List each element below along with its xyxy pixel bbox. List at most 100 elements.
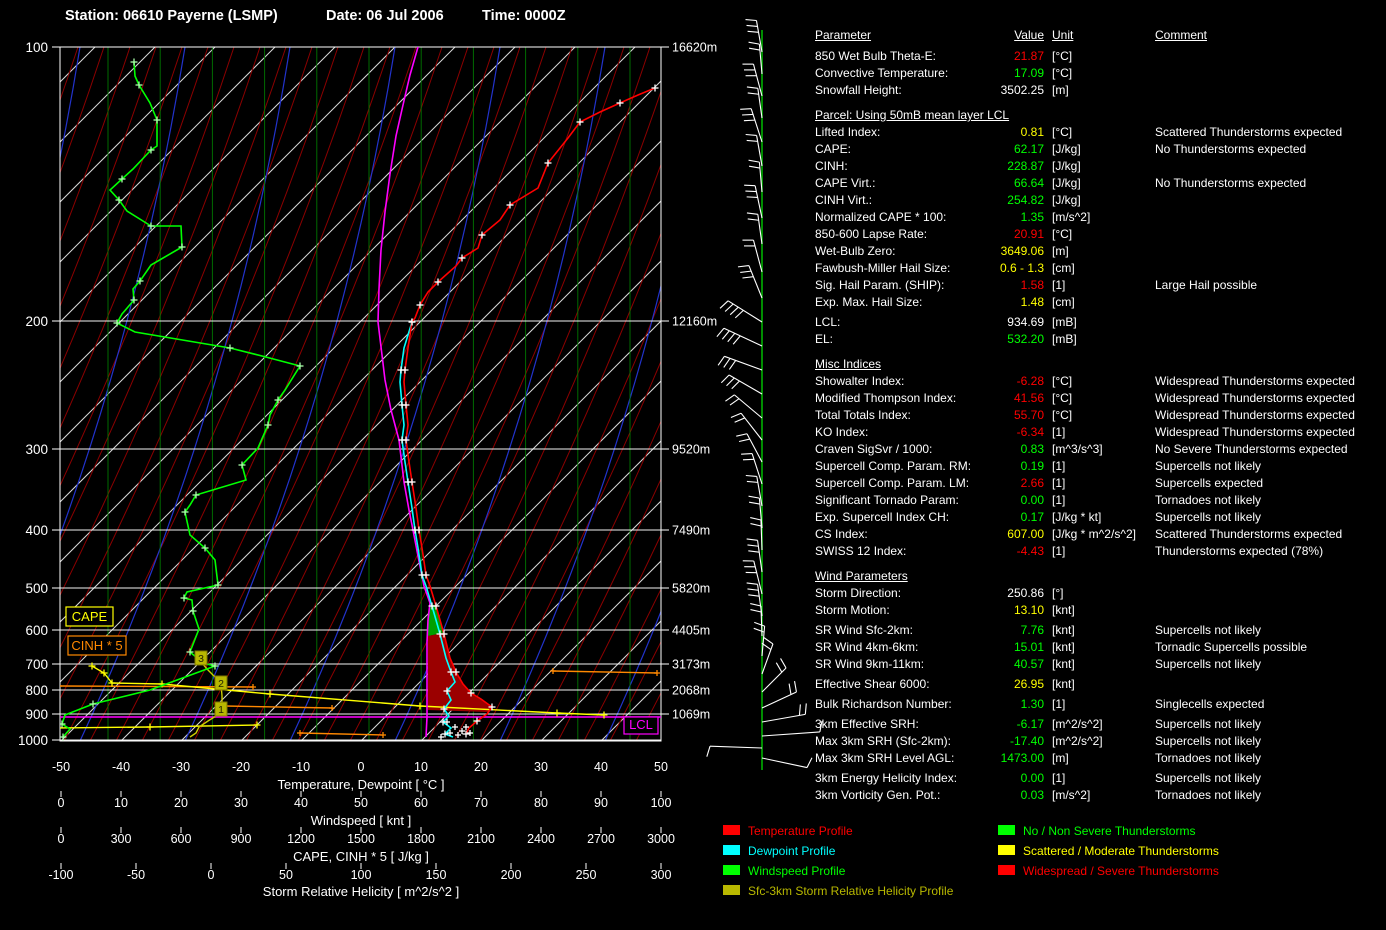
param-comment: Singlecells expected [1147, 696, 1381, 713]
param-value: 21.87 [976, 48, 1044, 65]
param-unit: [1] [1044, 696, 1147, 713]
wind-barb-tick [749, 496, 760, 498]
param-comment [1147, 585, 1381, 602]
axis-tick-label: 100 [651, 796, 672, 810]
param-comment [1147, 243, 1381, 260]
param-row: Fawbush-Miller Hail Size:0.6 - 1.3[cm] [815, 260, 1381, 277]
param-unit: [m^2/s^2] [1044, 716, 1147, 733]
wind-barb [762, 758, 807, 768]
wind-barb-tick [720, 301, 728, 309]
lcl-label: LCL [629, 717, 653, 732]
wind-barb-tick [740, 271, 751, 272]
param-label: 850 Wet Bulb Theta-E: [815, 48, 976, 65]
param-row: Wet-Bulb Zero:3649.06[m] [815, 243, 1381, 260]
axis-tick-label: 1800 [407, 832, 435, 846]
sounding-app: 10016620m20012160m3009520m4007490m500582… [0, 0, 1386, 930]
wind-barb-tick [748, 31, 759, 32]
param-unit: [°C] [1044, 226, 1147, 243]
axis-tick-label: 60 [414, 796, 428, 810]
param-comment: Widespread Thunderstorms expected [1147, 373, 1381, 390]
param-comment [1147, 48, 1381, 65]
wind-barb [724, 328, 762, 346]
param-unit: [1] [1044, 543, 1147, 560]
adiabat-line [168, 47, 468, 741]
param-label: Convective Temperature: [815, 65, 976, 82]
axis-tick-label: 30 [234, 796, 248, 810]
wind-barb-tick [742, 277, 753, 278]
wind-barb-tick [789, 684, 791, 695]
wind-barb-tick [745, 191, 756, 192]
wind-barb-tick [722, 331, 729, 339]
wind-barb-tick [739, 439, 750, 441]
param-row: Showalter Index:-6.28[°C]Widespread Thun… [815, 373, 1381, 390]
altitude-label: 16620m [672, 41, 717, 55]
adiabat-line [12, 47, 312, 741]
param-label: Max 3km SRH Level AGL: [815, 750, 976, 767]
altitude-label: 7490m [672, 524, 710, 538]
param-value: 13.10 [976, 602, 1044, 619]
wind-barb [762, 732, 820, 736]
param-row: SR Wind 4km-6km:15.01[knt]Tornadic Super… [815, 639, 1381, 656]
param-comment: Supercells expected [1147, 475, 1381, 492]
station-title: Station: 06610 Payerne (LSMP) [65, 8, 278, 24]
axis-tick-label: -50 [127, 868, 145, 882]
bottom-axis-2: 03006009001200150018002100240027003000CA… [58, 827, 675, 864]
pressure-label: 300 [25, 442, 48, 457]
axis-tick-label: 10 [414, 760, 428, 774]
param-row: Normalized CAPE * 100:1.35[m/s^2] [815, 209, 1381, 226]
section-header: Misc Indices [815, 356, 1381, 373]
param-row: Snowfall Height:3502.25[m] [815, 82, 1381, 99]
param-row: 3km Energy Helicity Index:0.00[1]Superce… [815, 770, 1381, 787]
param-value: 607.00 [976, 526, 1044, 543]
axis-tick-label: 1500 [347, 832, 375, 846]
param-value: 250.86 [976, 585, 1044, 602]
param-label: Lifted Index: [815, 124, 976, 141]
altitude-label: 12160m [672, 315, 717, 329]
wind-barb-tick [725, 304, 733, 312]
title-bar: Station: 06610 Payerne (LSMP) Date: 06 J… [0, 8, 740, 30]
wind-barb-tick [736, 434, 747, 436]
axis-tick-label: -40 [112, 760, 130, 774]
param-value: 254.82 [976, 192, 1044, 209]
altitude-label: 5820m [672, 582, 710, 596]
axis-tick-label: 3000 [647, 832, 675, 846]
param-comment [1147, 314, 1381, 331]
axis-tick-label: 90 [594, 796, 608, 810]
param-unit: [m] [1044, 243, 1147, 260]
parameters-table: Parameter Value Unit Comment 850 Wet Bul… [815, 27, 1381, 804]
param-label: KO Index: [815, 424, 976, 441]
param-row: 3km Vorticity Gen. Pot.:0.03[m/s^2]Torna… [815, 787, 1381, 804]
param-unit: [knt] [1044, 602, 1147, 619]
srh-km-marker-label: 3 [198, 653, 204, 665]
param-comment: Supercells not likely [1147, 733, 1381, 750]
wind-barb-tick [749, 160, 760, 162]
param-row: Storm Direction:250.86[°] [815, 585, 1381, 602]
wind-barb-tick [727, 378, 735, 386]
wind-barb [710, 746, 762, 748]
wind-barb-tick [740, 109, 751, 110]
wind-barb-tick [717, 328, 724, 336]
wind-barb-tick [747, 140, 758, 141]
param-unit: [cm] [1044, 294, 1147, 311]
axis-title: Storm Relative Helicity [ m^2/s^2 ] [263, 884, 459, 899]
axis-tick-label: -50 [52, 760, 70, 774]
wind-barb-tick [741, 454, 752, 455]
param-value: 17.09 [976, 65, 1044, 82]
param-comment [1147, 260, 1381, 277]
axis-tick-label: 40 [594, 760, 608, 774]
pressure-label: 200 [25, 314, 48, 329]
param-label: Supercell Comp. Param. LM: [815, 475, 976, 492]
axis-tick-label: 2700 [587, 832, 615, 846]
param-comment: Supercells not likely [1147, 622, 1381, 639]
param-row: Sig. Hail Param. (SHIP):1.58[1]Large Hai… [815, 277, 1381, 294]
param-label: Storm Direction: [815, 585, 976, 602]
param-row: 850-600 Lapse Rate:20.91[°C] [815, 226, 1381, 243]
param-label: CINH: [815, 158, 976, 175]
wind-barb-tick [746, 475, 757, 476]
param-row: SR Wind 9km-11km:40.57[knt]Supercells no… [815, 656, 1381, 673]
param-value: -4.43 [976, 543, 1044, 560]
param-value: 1.30 [976, 696, 1044, 713]
axis-title: Temperature, Dewpoint [ °C ] [277, 777, 444, 792]
param-value: 0.03 [976, 787, 1044, 804]
param-value: 0.83 [976, 441, 1044, 458]
